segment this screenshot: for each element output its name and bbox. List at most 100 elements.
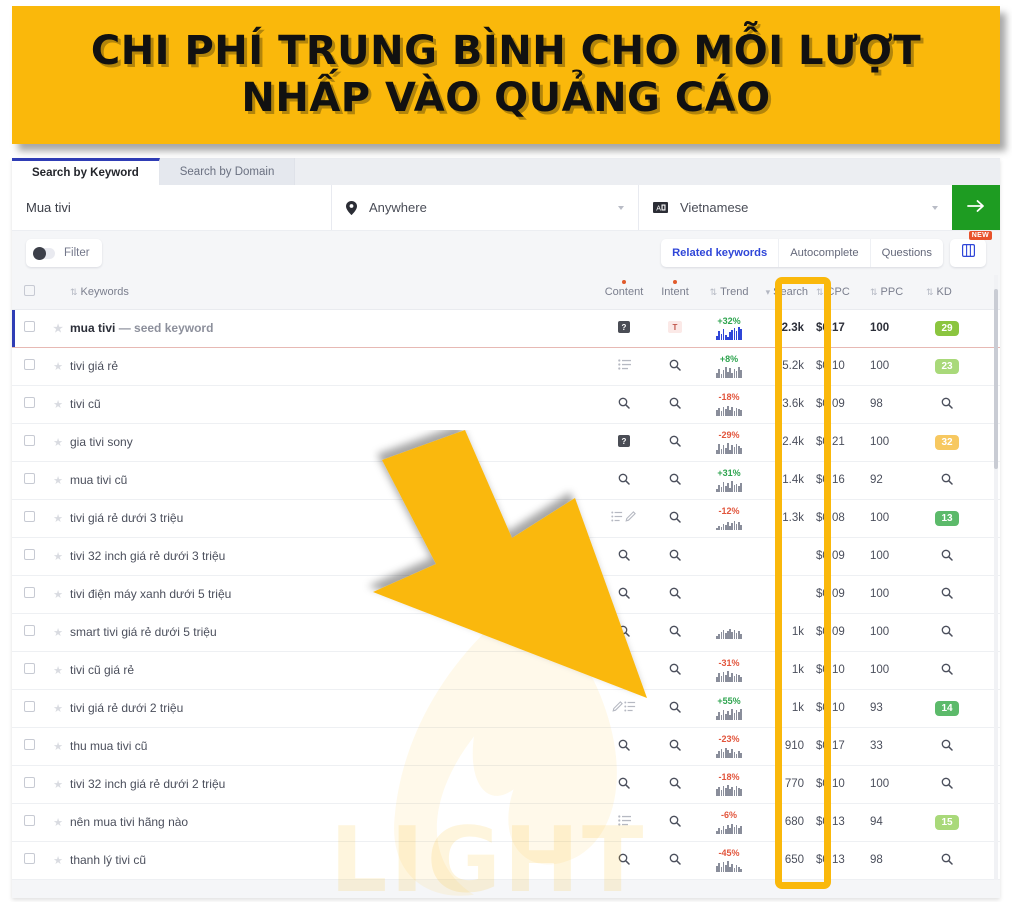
row-intent-cell[interactable]	[650, 385, 700, 424]
table-row[interactable]: ★ nên mua tivi hãng nào -6% 680 $0.13 94 15	[12, 803, 1000, 842]
row-checkbox-cell[interactable]	[12, 347, 46, 386]
magnifier-icon[interactable]	[669, 815, 681, 827]
star-icon[interactable]: ★	[53, 817, 63, 829]
star-icon[interactable]: ★	[53, 475, 63, 487]
header-trend[interactable]: ⇅ Trend	[700, 275, 758, 310]
list-icon[interactable]	[617, 815, 631, 826]
search-submit-button[interactable]	[952, 185, 1000, 230]
filter-button[interactable]: Filter	[26, 239, 102, 267]
row-favorite-cell[interactable]: ★	[46, 651, 70, 690]
language-select[interactable]: A Vietnamese	[639, 185, 952, 230]
row-intent-cell[interactable]	[650, 765, 700, 804]
row-favorite-cell[interactable]: ★	[46, 689, 70, 728]
row-kd[interactable]: 23	[918, 347, 976, 386]
star-icon[interactable]: ★	[53, 665, 63, 677]
row-favorite-cell[interactable]: ★	[46, 309, 70, 348]
tab-search-by-keyword[interactable]: Search by Keyword	[12, 158, 160, 185]
row-keyword-cell[interactable]: nên mua tivi hãng nào	[70, 803, 598, 842]
magnifier-icon[interactable]	[941, 663, 953, 675]
row-keyword-cell[interactable]: tivi giá rẻ	[70, 347, 598, 386]
tab-search-by-domain[interactable]: Search by Domain	[159, 158, 296, 185]
row-kd[interactable]: 32	[918, 423, 976, 462]
row-favorite-cell[interactable]: ★	[46, 461, 70, 500]
magnifier-icon[interactable]	[669, 853, 681, 865]
magnifier-icon[interactable]	[941, 853, 953, 865]
row-kd[interactable]: 14	[918, 689, 976, 728]
magnifier-icon[interactable]	[941, 549, 953, 561]
row-checkbox-cell[interactable]	[12, 537, 46, 576]
header-intent[interactable]: Intent	[650, 275, 700, 310]
row-favorite-cell[interactable]: ★	[46, 765, 70, 804]
row-favorite-cell[interactable]: ★	[46, 385, 70, 424]
row-keyword-cell[interactable]: thanh lý tivi cũ	[70, 841, 598, 880]
magnifier-icon[interactable]	[618, 397, 630, 409]
header-keywords[interactable]: ⇅ Keywords	[70, 275, 598, 310]
row-checkbox-cell[interactable]	[12, 689, 46, 728]
row-kd[interactable]: 29	[918, 309, 976, 348]
magnifier-icon[interactable]	[618, 853, 630, 865]
magnifier-icon[interactable]	[941, 625, 953, 637]
star-icon[interactable]: ★	[53, 361, 63, 373]
row-checkbox[interactable]	[23, 701, 35, 712]
magnifier-icon[interactable]	[941, 473, 953, 485]
tab-autocomplete[interactable]: Autocomplete	[779, 239, 871, 267]
row-checkbox[interactable]	[23, 435, 35, 446]
header-search-volume[interactable]: ▾ Search	[758, 275, 808, 310]
question-box-icon[interactable]: ?	[618, 320, 630, 333]
row-favorite-cell[interactable]: ★	[46, 423, 70, 462]
select-all-checkbox[interactable]	[23, 284, 35, 296]
magnifier-icon[interactable]	[941, 739, 953, 751]
row-checkbox-cell[interactable]	[12, 499, 46, 538]
row-checkbox[interactable]	[23, 397, 35, 408]
filter-toggle[interactable]	[33, 246, 55, 260]
keyword-input[interactable]: Mua tivi	[12, 185, 332, 230]
row-checkbox[interactable]	[23, 473, 35, 484]
row-checkbox-cell[interactable]	[12, 803, 46, 842]
row-kd[interactable]: 13	[918, 499, 976, 538]
row-content-cell[interactable]	[598, 803, 650, 842]
magnifier-icon[interactable]	[669, 359, 681, 371]
row-checkbox-cell[interactable]	[12, 423, 46, 462]
row-kd[interactable]	[918, 651, 976, 690]
row-favorite-cell[interactable]: ★	[46, 841, 70, 880]
table-row[interactable]: ★ tivi cũ -18% 3.6k $0.09 98	[12, 385, 1000, 424]
row-checkbox[interactable]	[23, 321, 35, 332]
location-select[interactable]: Anywhere	[332, 185, 639, 230]
row-kd[interactable]	[918, 613, 976, 652]
row-keyword-cell[interactable]: tivi cũ	[70, 385, 598, 424]
row-checkbox[interactable]	[23, 777, 35, 788]
row-favorite-cell[interactable]: ★	[46, 727, 70, 766]
row-checkbox-cell[interactable]	[12, 765, 46, 804]
row-checkbox[interactable]	[23, 739, 35, 750]
row-kd[interactable]	[918, 765, 976, 804]
row-favorite-cell[interactable]: ★	[46, 803, 70, 842]
row-kd[interactable]	[918, 727, 976, 766]
star-icon[interactable]: ★	[53, 779, 63, 791]
header-cpc[interactable]: ⇅ CPC	[808, 275, 862, 310]
row-checkbox-cell[interactable]	[12, 841, 46, 880]
star-icon[interactable]: ★	[53, 437, 63, 449]
magnifier-icon[interactable]	[618, 777, 630, 789]
row-keyword-cell[interactable]: tivi 32 inch giá rẻ dưới 2 triệu	[70, 765, 598, 804]
row-content-cell[interactable]: ?	[598, 309, 650, 348]
row-checkbox-cell[interactable]	[12, 309, 46, 348]
row-kd[interactable]	[918, 575, 976, 614]
table-row[interactable]: ★ tivi giá rẻ +8% 5.2k $0.10 100 23	[12, 347, 1000, 386]
header-content[interactable]: Content	[598, 275, 650, 310]
star-icon[interactable]: ★	[53, 551, 63, 563]
row-keyword-cell[interactable]: mua tivi — seed keyword	[70, 309, 598, 348]
star-icon[interactable]: ★	[53, 513, 63, 525]
row-kd[interactable]	[918, 385, 976, 424]
star-icon[interactable]: ★	[53, 741, 63, 753]
table-row[interactable]: ★ mua tivi — seed keyword? T +32% 2.3k $0.17 1…	[12, 309, 1000, 348]
magnifier-icon[interactable]	[669, 397, 681, 409]
table-row[interactable]: ★ thanh lý tivi cũ -45% 650 $0.13 98	[12, 841, 1000, 880]
star-icon[interactable]: ★	[53, 399, 63, 411]
magnifier-icon[interactable]	[941, 587, 953, 599]
row-kd[interactable]	[918, 537, 976, 576]
tab-related-keywords[interactable]: Related keywords	[661, 239, 780, 267]
row-favorite-cell[interactable]: ★	[46, 537, 70, 576]
list-icon[interactable]	[617, 359, 631, 370]
row-intent-cell[interactable]: T	[650, 309, 700, 348]
magnifier-icon[interactable]	[669, 777, 681, 789]
